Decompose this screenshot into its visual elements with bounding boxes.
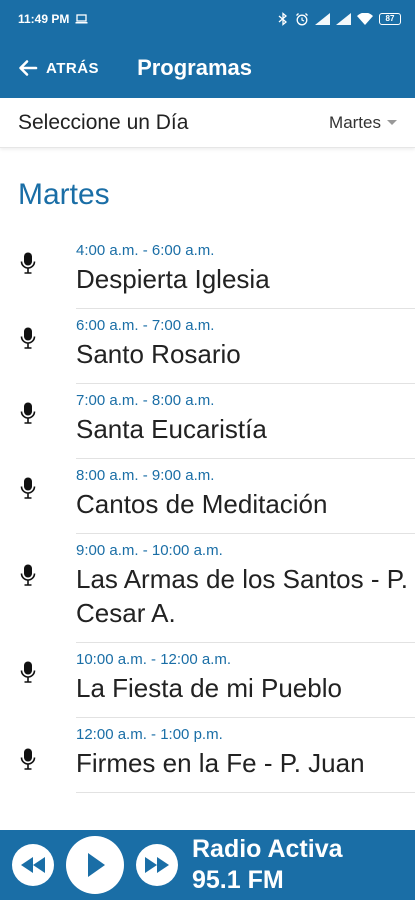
- program-text: 12:00 a.m. - 1:00 p.m. Firmes en la Fe -…: [76, 724, 365, 780]
- station-name: Radio Activa: [192, 835, 343, 863]
- app-bar: ATRÁS Programas: [0, 38, 415, 98]
- day-heading: Martes: [18, 178, 110, 211]
- program-title: Las Armas de los Santos - P. Cesar A.: [76, 564, 408, 628]
- mic-icon: [20, 402, 36, 424]
- program-text: 4:00 a.m. - 6:00 a.m. Despierta Iglesia: [76, 240, 270, 296]
- signal-icon: [315, 13, 330, 25]
- program-item[interactable]: 9:00 a.m. - 10:00 a.m. Las Armas de los …: [20, 534, 415, 643]
- program-content[interactable]: Martes 4:00 a.m. - 6:00 a.m. Despierta I…: [0, 148, 415, 830]
- program-item[interactable]: 12:00 a.m. - 1:00 p.m. Firmes en la Fe -…: [20, 718, 415, 793]
- back-button[interactable]: ATRÁS: [18, 58, 99, 78]
- program-time: 12:00 a.m. - 1:00 p.m.: [76, 726, 223, 743]
- program-text: 8:00 a.m. - 9:00 a.m. Cantos de Meditaci…: [76, 465, 327, 521]
- station-info: Radio Activa 95.1 FM: [192, 834, 343, 896]
- program-list: 4:00 a.m. - 6:00 a.m. Despierta Iglesia …: [0, 234, 415, 793]
- day-selector: Seleccione un Día Martes: [0, 98, 415, 148]
- program-item[interactable]: 7:00 a.m. - 8:00 a.m. Santa Eucaristía: [20, 384, 415, 459]
- program-title: Cantos de Meditación: [76, 489, 328, 519]
- fast-forward-icon: [145, 857, 169, 873]
- mic-icon: [20, 661, 36, 683]
- program-time: 6:00 a.m. - 7:00 a.m.: [76, 317, 215, 334]
- program-time: 7:00 a.m. - 8:00 a.m.: [76, 392, 215, 409]
- wifi-icon: [357, 13, 373, 25]
- mic-icon: [20, 327, 36, 349]
- page-title: Programas: [137, 55, 253, 80]
- back-label: ATRÁS: [46, 59, 100, 77]
- day-dropdown[interactable]: Martes: [329, 113, 397, 133]
- program-time: 8:00 a.m. - 9:00 a.m.: [76, 467, 215, 484]
- program-text: 10:00 a.m. - 12:00 a.m. La Fiesta de mi …: [76, 649, 342, 705]
- program-item[interactable]: 8:00 a.m. - 9:00 a.m. Cantos de Meditaci…: [20, 459, 415, 534]
- station-frequency: 95.1 FM: [192, 866, 284, 894]
- play-button[interactable]: [66, 836, 124, 894]
- program-time: 10:00 a.m. - 12:00 a.m.: [76, 651, 232, 668]
- status-right: 87: [277, 12, 401, 26]
- program-item[interactable]: 4:00 a.m. - 6:00 a.m. Despierta Iglesia: [20, 234, 415, 309]
- audio-player: Radio Activa 95.1 FM: [0, 830, 415, 900]
- back-arrow-icon: [19, 60, 38, 76]
- day-selector-label: Seleccione un Día: [18, 110, 189, 134]
- program-time: 4:00 a.m. - 6:00 a.m.: [76, 242, 215, 259]
- status-left: 11:49 PM: [18, 12, 88, 26]
- program-time: 9:00 a.m. - 10:00 a.m.: [76, 542, 223, 559]
- status-time: 11:49 PM: [18, 12, 70, 26]
- program-item[interactable]: 6:00 a.m. - 7:00 a.m. Santo Rosario: [20, 309, 415, 384]
- rewind-icon: [21, 857, 45, 873]
- program-title: Santo Rosario: [76, 339, 241, 369]
- program-item[interactable]: 10:00 a.m. - 12:00 a.m. La Fiesta de mi …: [20, 643, 415, 718]
- signal-icon-2: [336, 13, 351, 25]
- program-text: 9:00 a.m. - 10:00 a.m. Las Armas de los …: [76, 540, 415, 630]
- day-dropdown-value: Martes: [329, 112, 381, 132]
- caret-down-icon: [387, 120, 397, 125]
- laptop-icon: [75, 14, 88, 24]
- fast-forward-button[interactable]: [136, 844, 178, 886]
- program-title: La Fiesta de mi Pueblo: [76, 673, 342, 703]
- battery-icon: 87: [379, 13, 401, 25]
- bluetooth-icon: [278, 12, 288, 26]
- mic-icon: [20, 748, 36, 770]
- mic-icon: [20, 564, 36, 586]
- program-title: Firmes en la Fe - P. Juan: [76, 748, 365, 778]
- rewind-button[interactable]: [12, 844, 54, 886]
- program-title: Santa Eucaristía: [76, 414, 267, 444]
- program-text: 7:00 a.m. - 8:00 a.m. Santa Eucaristía: [76, 390, 267, 446]
- mic-icon: [20, 252, 36, 274]
- alarm-icon: [296, 13, 308, 26]
- status-bar: 11:49 PM 87: [0, 0, 415, 38]
- program-title: Despierta Iglesia: [76, 264, 270, 294]
- program-text: 6:00 a.m. - 7:00 a.m. Santo Rosario: [76, 315, 241, 371]
- mic-icon: [20, 477, 36, 499]
- play-icon: [88, 853, 105, 877]
